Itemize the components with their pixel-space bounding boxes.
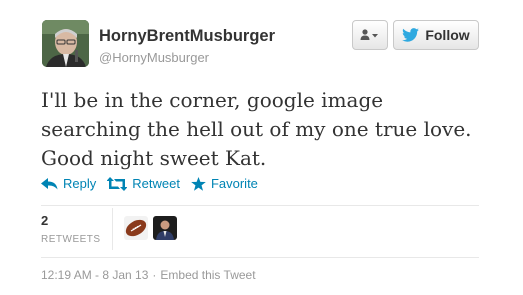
retweet-label: Retweet	[132, 176, 180, 191]
favorite-button[interactable]: Favorite	[191, 176, 258, 191]
tweet-text: I'll be in the corner, google image sear…	[41, 88, 472, 170]
retweet-icon	[107, 176, 128, 191]
user-actions-button[interactable]	[352, 20, 388, 50]
twitter-bird-icon	[402, 28, 420, 42]
profile-avatar[interactable]	[42, 20, 89, 67]
follow-label: Follow	[425, 27, 470, 43]
retweeter-avatar-person[interactable]	[153, 216, 177, 240]
footer-separator: ·	[152, 268, 157, 282]
embed-tweet-link[interactable]: Embed this Tweet	[160, 268, 255, 282]
stats-divider	[112, 208, 113, 250]
divider-bottom	[41, 257, 479, 258]
retweet-count-label: RETWEETS	[41, 234, 101, 245]
star-icon	[191, 176, 206, 191]
divider-top	[41, 205, 479, 206]
follow-button[interactable]: Follow	[393, 20, 479, 50]
retweeter-avatar-football[interactable]	[124, 216, 148, 240]
user-dropdown-icon	[360, 29, 378, 40]
reply-icon	[41, 177, 58, 189]
reply-button[interactable]: Reply	[41, 176, 96, 191]
retweet-button[interactable]: Retweet	[107, 176, 180, 191]
favorite-label: Favorite	[210, 176, 258, 191]
tweet-footer: 12:19 AM - 8 Jan 13 · Embed this Tweet	[41, 268, 256, 282]
user-handle[interactable]: @HornyMusburger	[99, 50, 209, 65]
reply-label: Reply	[63, 176, 97, 191]
tweet-timestamp[interactable]: 12:19 AM - 8 Jan 13	[41, 268, 148, 282]
retweet-count: 2	[41, 213, 49, 228]
tweet-actions: Reply Retweet Favorite	[41, 176, 269, 191]
user-display-name[interactable]: HornyBrentMusburger	[99, 27, 275, 46]
retweet-stats[interactable]: 2 RETWEETS	[41, 213, 111, 245]
